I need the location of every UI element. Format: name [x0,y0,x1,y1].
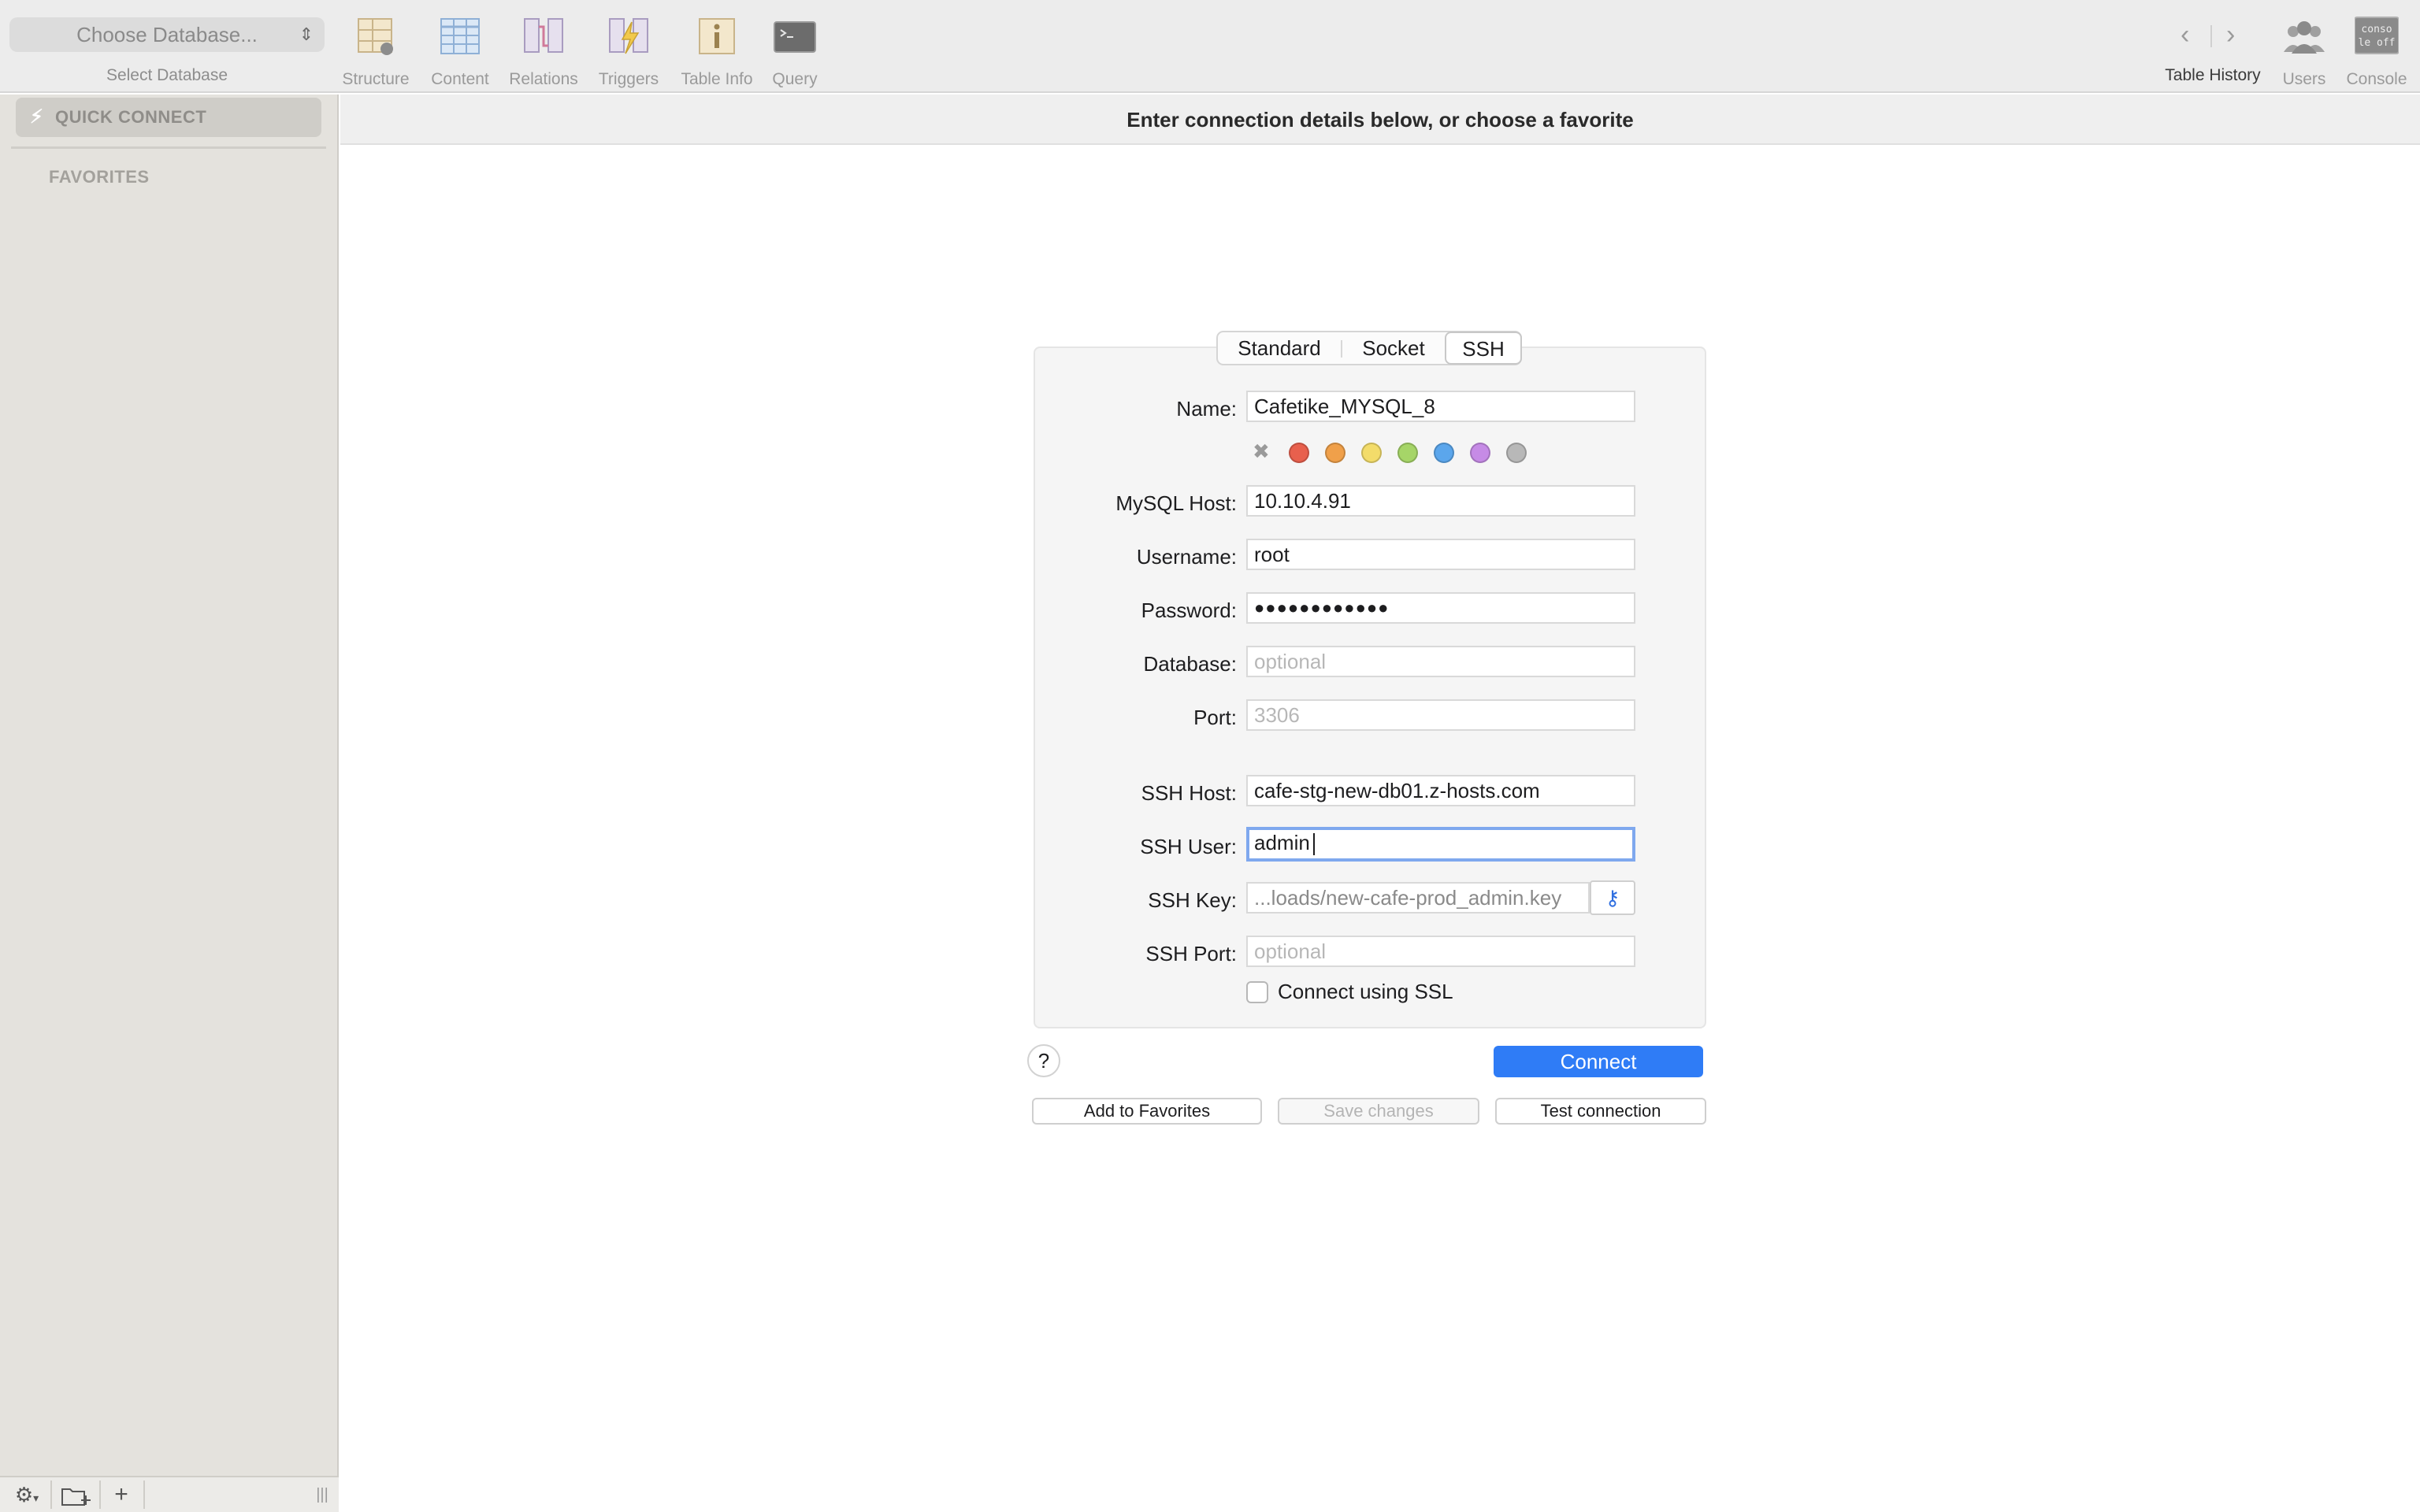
svg-text:le off: le off [2359,37,2396,49]
color-yellow[interactable] [1361,443,1382,463]
content-label: Content [431,70,489,88]
name-field[interactable]: Cafetike_MYSQL_8 [1246,391,1635,422]
table-info-label: Table Info [681,70,753,88]
table-info-tool[interactable]: Table Info [676,16,758,88]
favorites-header: FAVORITES [49,167,150,187]
toolbar: Choose Database... ⇕ Select Database Str… [0,0,2420,93]
tab-standard[interactable]: Standard [1218,332,1341,364]
console-label: Console [2346,70,2407,88]
structure-label: Structure [342,70,410,88]
query-icon [774,21,816,53]
quick-connect-item[interactable]: ⚡︎ QUICK CONNECT [16,98,321,137]
users-tool[interactable]: Users [2277,16,2332,88]
save-changes-button[interactable]: Save changes [1278,1098,1479,1125]
connection-type-tabs: Standard Socket SSH [1216,331,1522,365]
password-field[interactable]: ●●●●●●●●●●●● [1246,592,1635,624]
ssh-port-label: SSH Port: [1145,942,1237,965]
structure-icon [358,18,393,55]
users-icon [2284,21,2325,54]
sidebar-divider [11,146,326,149]
content-icon [440,18,480,54]
color-green[interactable] [1397,443,1418,463]
color-red[interactable] [1289,443,1309,463]
ssh-port-field[interactable]: optional [1246,936,1635,967]
ssh-key-label: SSH Key: [1148,888,1237,912]
database-field[interactable]: optional [1246,646,1635,677]
console-icon: conso le off [2354,17,2400,54]
username-label: Username: [1136,545,1237,569]
chevron-updown-icon: ⇕ [299,24,314,44]
resize-handle-icon[interactable]: ||| [310,1477,334,1512]
port-field[interactable]: 3306 [1246,699,1635,731]
triggers-label: Triggers [598,70,659,88]
connect-button[interactable]: Connect [1494,1046,1703,1077]
database-select-caption: Select Database [106,66,228,84]
new-folder-icon[interactable] [55,1477,96,1512]
ssl-checkbox[interactable] [1246,981,1268,1003]
key-icon[interactable]: ⚷ [1590,880,1635,915]
clear-color-icon[interactable]: ✖ [1253,439,1270,464]
test-connection-button[interactable]: Test connection [1495,1098,1706,1125]
add-to-favorites-button[interactable]: Add to Favorites [1032,1098,1262,1125]
sidebar-bottom-bar: ⚙︎▾ + ||| [0,1476,339,1512]
query-label: Query [772,70,818,88]
users-label: Users [2282,70,2326,88]
table-history-tool[interactable]: Table History [2155,16,2270,88]
svg-text:conso: conso [2361,24,2392,35]
table-history-label: Table History [2165,66,2261,84]
database-select-label: Choose Database... [76,23,258,46]
relations-icon [524,18,563,53]
connection-header: Enter connection details below, or choos… [340,94,2420,145]
host-label: MySQL Host: [1115,491,1237,515]
ssh-user-label: SSH User: [1140,835,1237,858]
database-label: Database: [1143,652,1237,676]
color-gray[interactable] [1506,443,1527,463]
relations-tool[interactable]: Relations [504,16,583,88]
name-label: Name: [1176,397,1237,421]
host-field[interactable]: 10.10.4.91 [1246,485,1635,517]
structure-tool[interactable]: Structure [336,16,416,88]
password-label: Password: [1141,598,1237,622]
tab-socket[interactable]: Socket [1342,332,1445,364]
sidebar: ⚡︎ QUICK CONNECT FAVORITES [0,94,339,1512]
tab-ssh[interactable]: SSH [1445,332,1522,365]
ssl-checkbox-label: Connect using SSL [1278,980,1453,1003]
color-purple[interactable] [1470,443,1490,463]
query-tool[interactable]: Query [766,16,824,88]
triggers-icon [609,18,648,54]
gear-menu-icon[interactable]: ⚙︎▾ [6,1477,47,1512]
username-field[interactable]: root [1246,539,1635,570]
ssh-host-field[interactable]: cafe-stg-new-db01.z-hosts.com [1246,775,1635,806]
ssh-host-label: SSH Host: [1141,781,1237,805]
quick-connect-label: QUICK CONNECT [55,107,207,127]
add-icon[interactable]: + [106,1477,137,1512]
database-select[interactable]: Choose Database... ⇕ [9,17,325,52]
ssh-key-field[interactable]: ...loads/new-cafe-prod_admin.key [1246,882,1590,914]
color-blue[interactable] [1434,443,1454,463]
port-label: Port: [1193,706,1237,729]
relations-label: Relations [509,70,578,88]
lightning-icon: ⚡︎ [30,106,44,128]
triggers-tool[interactable]: Triggers [589,16,668,88]
console-tool[interactable]: conso le off Console [2346,16,2407,88]
color-orange[interactable] [1325,443,1345,463]
table-info-icon [699,18,735,54]
help-button[interactable]: ? [1027,1044,1060,1077]
content-tool[interactable]: Content [421,16,499,88]
ssh-user-field[interactable]: admin [1246,827,1635,862]
